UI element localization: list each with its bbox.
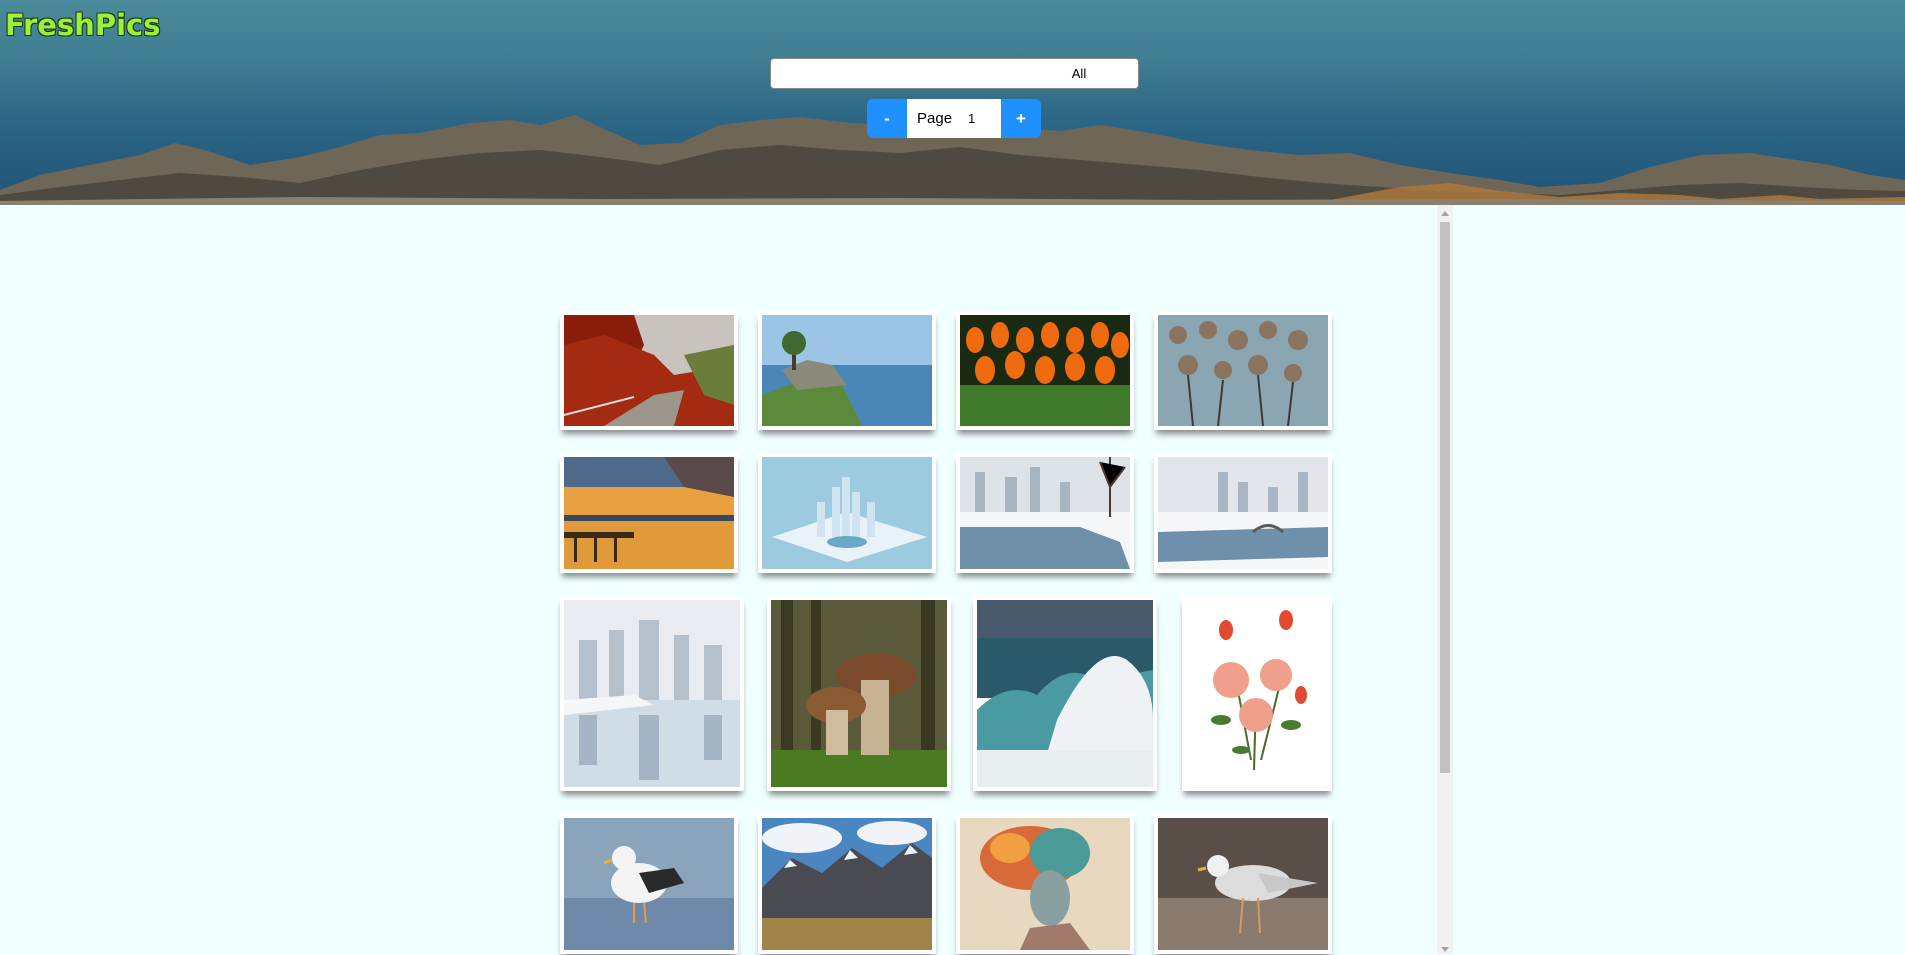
category-filter-select[interactable]: All bbox=[770, 58, 1139, 89]
seagull-water-photo bbox=[564, 818, 734, 950]
gallery-item[interactable] bbox=[956, 311, 1134, 430]
gallery-item[interactable] bbox=[560, 311, 738, 430]
gallery-item[interactable] bbox=[973, 596, 1157, 791]
gallery-item[interactable] bbox=[758, 814, 936, 954]
gallery-item[interactable] bbox=[956, 814, 1134, 954]
gallery-item[interactable] bbox=[758, 311, 936, 430]
app-logo[interactable]: FreshPics bbox=[5, 8, 160, 42]
scrollbar-thumb[interactable] bbox=[1440, 222, 1450, 773]
gallery-item[interactable] bbox=[560, 453, 738, 573]
sunset-pier-photo bbox=[564, 457, 734, 569]
gallery-item[interactable] bbox=[560, 596, 744, 791]
category-filter-value: All bbox=[1071, 66, 1087, 81]
mountain-range-photo bbox=[762, 818, 932, 950]
tulips-photo bbox=[960, 315, 1130, 426]
gallery-item[interactable] bbox=[767, 596, 951, 791]
mushrooms-photo bbox=[771, 600, 947, 787]
seagull-beach-photo bbox=[1158, 818, 1328, 950]
gallery-item[interactable] bbox=[1154, 453, 1332, 573]
next-page-button[interactable]: + bbox=[1001, 99, 1041, 138]
woman-flower-hair-photo bbox=[960, 818, 1130, 950]
ice-city-photo bbox=[762, 457, 932, 569]
pagination: - Page 1 + bbox=[867, 99, 1041, 138]
winter-city-bridge-photo bbox=[1158, 457, 1328, 569]
coastal-island-photo bbox=[762, 315, 932, 426]
scroll-up-arrow-icon[interactable] bbox=[1441, 211, 1449, 216]
page-indicator: Page 1 bbox=[907, 99, 1001, 138]
page-label: Page bbox=[917, 110, 953, 127]
gallery-item[interactable] bbox=[956, 453, 1134, 573]
page-number-input[interactable]: 1 bbox=[968, 111, 988, 126]
gallery-item[interactable] bbox=[1182, 596, 1332, 791]
prev-page-button[interactable]: - bbox=[867, 99, 907, 138]
gallery-item[interactable] bbox=[1154, 311, 1332, 430]
gallery-item[interactable] bbox=[758, 453, 936, 573]
autumn-road-photo bbox=[563, 315, 734, 426]
ocean-wave-photo bbox=[977, 600, 1153, 787]
winter-skyline-reflection-photo bbox=[564, 600, 740, 787]
vertical-scrollbar[interactable] bbox=[1437, 205, 1453, 954]
dried-flowers-photo bbox=[1158, 315, 1328, 427]
roses-bouquet-photo bbox=[1186, 600, 1328, 787]
scroll-down-arrow-icon[interactable] bbox=[1441, 947, 1449, 952]
gallery-item[interactable] bbox=[1154, 814, 1332, 954]
gallery-item[interactable] bbox=[560, 814, 738, 954]
header-banner: FreshPics All - Page 1 + bbox=[0, 0, 1905, 205]
winter-city-river-photo bbox=[960, 457, 1130, 569]
